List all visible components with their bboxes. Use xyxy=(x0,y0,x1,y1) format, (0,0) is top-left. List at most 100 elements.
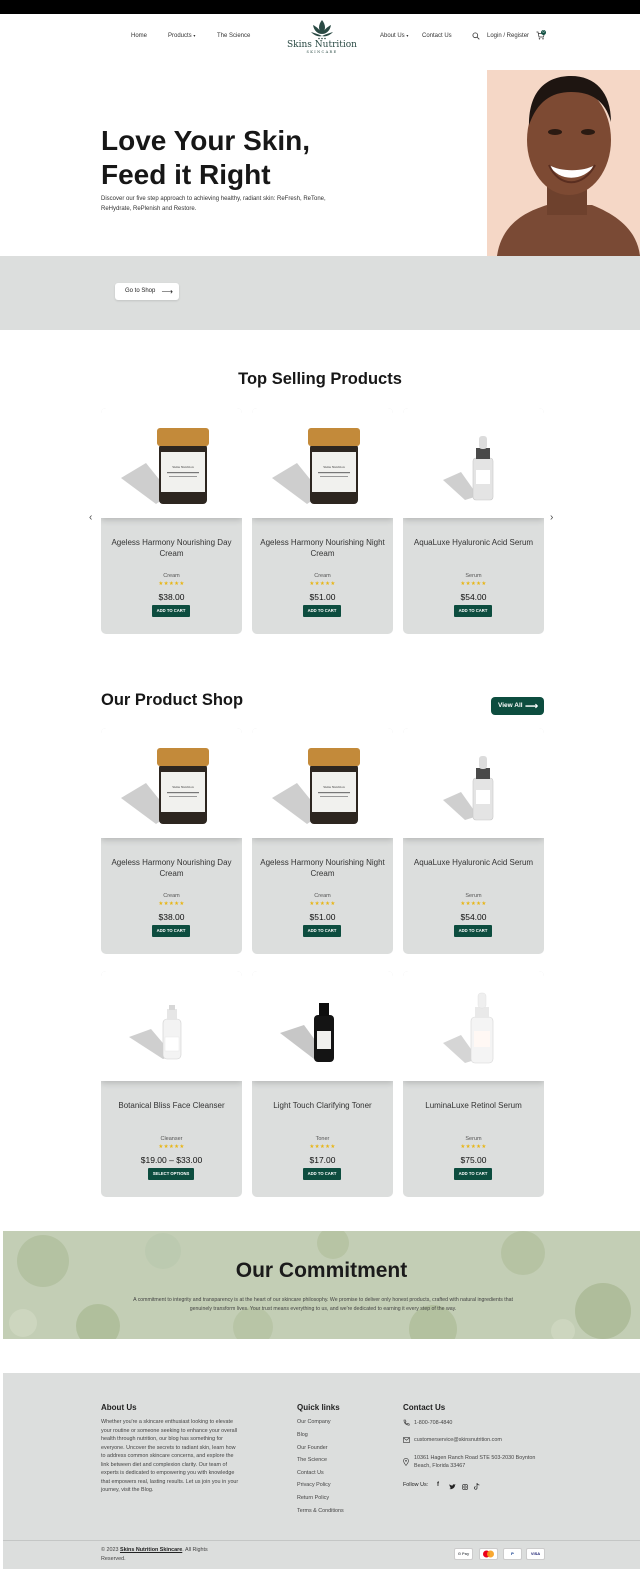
product-name[interactable]: AquaLuxe Hyaluronic Acid Serum xyxy=(409,537,538,548)
product-category: Serum xyxy=(465,893,482,899)
product-image-pump-bottle[interactable] xyxy=(101,971,242,1081)
product-card[interactable]: Skins Nutrition Ageless Harmony Nourishi… xyxy=(101,728,242,954)
product-image-toner-bottle[interactable] xyxy=(252,971,393,1081)
footer-contact-title: Contact Us xyxy=(403,1403,446,1412)
view-all-button[interactable]: View All ⟶ xyxy=(491,697,544,715)
product-shop-title: Our Product Shop xyxy=(101,691,244,709)
footer-link-blog[interactable]: Blog xyxy=(297,1432,308,1438)
footer-link-privacy-policy[interactable]: Privacy Policy xyxy=(297,1482,331,1488)
lotus-logo-icon xyxy=(311,20,333,40)
product-price: $17.00 xyxy=(309,1155,336,1165)
product-image-jar[interactable]: Skins Nutrition xyxy=(252,728,393,838)
product-image-jar[interactable]: Skins Nutrition xyxy=(101,728,242,838)
footer-copyright: © 2023 Skins Nutrition Skincare. All Rig… xyxy=(101,1546,231,1563)
login-register-link[interactable]: Login / Register xyxy=(487,33,529,39)
footer-links-title: Quick links xyxy=(297,1403,340,1412)
product-image-dropper[interactable] xyxy=(403,728,544,838)
arrow-right-icon: ⟶ xyxy=(525,701,538,711)
rating-stars: ★★★★★ xyxy=(158,1144,185,1150)
product-card[interactable]: Botanical Bliss Face Cleanser Cleanser ★… xyxy=(101,971,242,1197)
visa-icon: VISA xyxy=(526,1548,545,1560)
footer-link-our-founder[interactable]: Our Founder xyxy=(297,1445,328,1451)
footer-link-our-company[interactable]: Our Company xyxy=(297,1419,331,1425)
product-name[interactable]: Light Touch Clarifying Toner xyxy=(258,1100,387,1111)
add-to-cart-button[interactable]: ADD TO CART xyxy=(454,925,492,937)
product-card[interactable]: Skins Nutrition Ageless Harmony Nourishi… xyxy=(252,408,393,634)
add-to-cart-button[interactable]: ADD TO CART xyxy=(152,925,190,937)
product-card[interactable]: Skins Nutrition Ageless Harmony Nourishi… xyxy=(252,728,393,954)
nav-products[interactable]: Products ▾ xyxy=(168,33,195,39)
product-name[interactable]: Ageless Harmony Nourishing Day Cream xyxy=(107,537,236,559)
tiktok-icon[interactable] xyxy=(474,1483,480,1490)
product-name[interactable]: Ageless Harmony Nourishing Day Cream xyxy=(107,857,236,879)
nav-products-label: Products xyxy=(168,33,192,39)
footer-link-contact-us[interactable]: Contact Us xyxy=(297,1470,324,1476)
product-name[interactable]: Ageless Harmony Nourishing Night Cream xyxy=(258,537,387,559)
svg-text:Skins Nutrition: Skins Nutrition xyxy=(172,785,194,789)
hero-portrait-image xyxy=(487,70,640,256)
select-options-button[interactable]: SELECT OPTIONS xyxy=(148,1168,194,1180)
chevron-left-icon[interactable]: ‹ xyxy=(89,512,92,523)
footer-divider xyxy=(3,1540,640,1541)
footer-about-title: About Us xyxy=(101,1403,137,1412)
product-card[interactable]: AquaLuxe Hyaluronic Acid Serum Serum ★★★… xyxy=(403,408,544,634)
product-card[interactable]: Light Touch Clarifying Toner Toner ★★★★★… xyxy=(252,971,393,1197)
footer-about-text: Whether you're a skincare enthusiast loo… xyxy=(101,1419,239,1493)
footer-link-the-science[interactable]: The Science xyxy=(297,1457,327,1463)
go-to-shop-button[interactable]: Go to Shop ⟶ xyxy=(115,283,179,300)
product-card[interactable]: AquaLuxe Hyaluronic Acid Serum Serum ★★★… xyxy=(403,728,544,954)
twitter-icon[interactable] xyxy=(449,1484,456,1490)
instagram-icon[interactable] xyxy=(462,1484,468,1490)
product-category: Cream xyxy=(163,573,180,579)
product-category: Serum xyxy=(465,1136,482,1142)
product-name[interactable]: Botanical Bliss Face Cleanser xyxy=(107,1100,236,1111)
product-image-jar[interactable]: Skins Nutrition xyxy=(101,408,242,518)
add-to-cart-button[interactable]: ADD TO CART xyxy=(303,1168,341,1180)
footer-email[interactable]: customerservice@skinsnutrition.com xyxy=(414,1436,502,1444)
rating-stars: ★★★★★ xyxy=(309,901,336,907)
product-card[interactable]: LuminaLuxe Retinol Serum Serum ★★★★★ $75… xyxy=(403,971,544,1197)
facebook-icon[interactable]: f xyxy=(437,1482,439,1488)
add-to-cart-button[interactable]: ADD TO CART xyxy=(152,605,190,617)
top-black-bar xyxy=(0,0,640,14)
product-category: Toner xyxy=(315,1136,330,1142)
add-to-cart-button[interactable]: ADD TO CART xyxy=(454,605,492,617)
add-to-cart-button[interactable]: ADD TO CART xyxy=(303,605,341,617)
chevron-down-icon: ▾ xyxy=(406,33,409,38)
add-to-cart-button[interactable]: ADD TO CART xyxy=(454,1168,492,1180)
nav-home[interactable]: Home xyxy=(131,33,147,39)
add-to-cart-button[interactable]: ADD TO CART xyxy=(303,925,341,937)
phone-icon xyxy=(403,1419,410,1426)
logo-subtitle: SKINCARE xyxy=(306,50,338,54)
copyright-prefix: © 2023 xyxy=(101,1547,119,1553)
product-category: Cream xyxy=(314,573,331,579)
copyright-brand-link[interactable]: Skins Nutrition Skincare xyxy=(120,1547,182,1553)
search-icon[interactable] xyxy=(472,32,480,40)
chevron-right-icon[interactable]: › xyxy=(550,512,553,523)
rating-stars: ★★★★★ xyxy=(158,901,185,907)
footer-phone[interactable]: 1-800-708-4840 xyxy=(414,1419,452,1427)
product-image-dropper[interactable] xyxy=(403,408,544,518)
product-card[interactable]: Skins Nutrition Ageless Harmony Nourishi… xyxy=(101,408,242,634)
nav-the-science[interactable]: The Science xyxy=(217,33,250,39)
product-name[interactable]: LuminaLuxe Retinol Serum xyxy=(409,1100,538,1111)
cart-count-badge: 0 xyxy=(541,30,546,35)
fruit-background-image xyxy=(3,1231,640,1339)
nav-about-us[interactable]: About Us ▾ xyxy=(380,33,408,39)
rating-stars: ★★★★★ xyxy=(158,581,185,587)
footer-link-return-policy[interactable]: Return Policy xyxy=(297,1495,329,1501)
brand-logo[interactable]: Skins Nutrition SKINCARE xyxy=(284,18,360,64)
top-selling-title: Top Selling Products xyxy=(238,370,402,388)
rating-stars: ★★★★★ xyxy=(460,1144,487,1150)
product-category: Cream xyxy=(163,893,180,899)
footer-link-terms[interactable]: Terms & Conditions xyxy=(297,1508,344,1514)
rating-stars: ★★★★★ xyxy=(309,1144,336,1150)
chevron-down-icon: ▾ xyxy=(193,33,196,38)
product-image-jar[interactable]: Skins Nutrition xyxy=(252,408,393,518)
product-name[interactable]: Ageless Harmony Nourishing Night Cream xyxy=(258,857,387,879)
product-name[interactable]: AquaLuxe Hyaluronic Acid Serum xyxy=(409,857,538,868)
svg-text:Skins Nutrition: Skins Nutrition xyxy=(323,785,345,789)
product-image-dropper[interactable] xyxy=(403,971,544,1081)
nav-contact-us[interactable]: Contact Us xyxy=(422,33,452,39)
product-price: $38.00 xyxy=(158,592,185,602)
